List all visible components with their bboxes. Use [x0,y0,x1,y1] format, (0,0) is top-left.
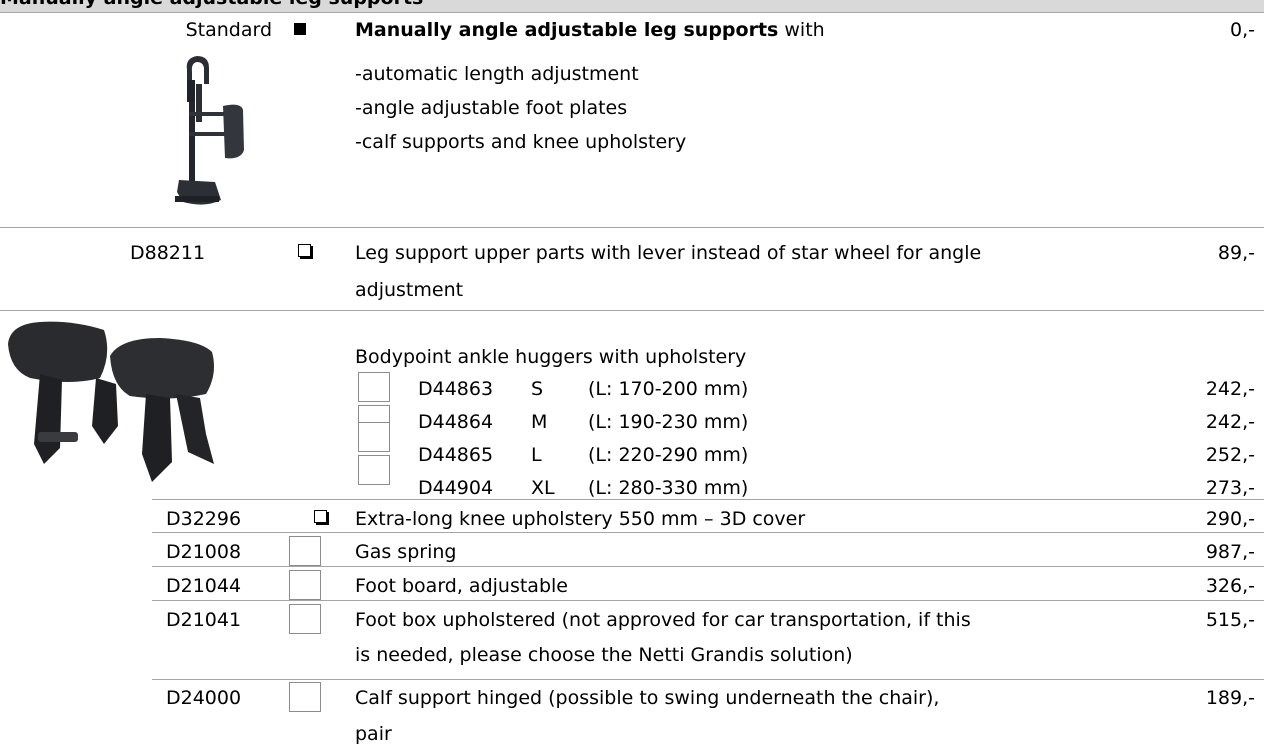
row-divider [152,679,1264,680]
d24000-desc-line2: pair [355,723,392,745]
checkbox-d24000[interactable] [289,682,321,712]
row-code-d21008: D21008 [166,541,242,563]
standard-feature-2: -angle adjustable foot plates [355,97,628,119]
standard-feature-3: -calf supports and knee upholstery [355,131,687,153]
row-divider [0,310,1264,311]
huggers-code: D44864 [418,411,494,433]
huggers-code: D44904 [418,477,494,499]
d21041-desc-line1: Foot box upholstered (not approved for c… [355,609,971,631]
price-d21008: 987,- [1205,541,1255,563]
huggers-range: (L: 170-200 mm) [588,378,749,400]
huggers-size: L [531,444,542,466]
row-divider [152,532,1264,533]
row-code-d24000: D24000 [166,687,242,709]
huggers-price: 242,- [1205,378,1255,400]
price-d21041: 515,- [1205,609,1255,631]
d88211-desc-line2: adjustment [355,279,464,301]
huggers-code: D44863 [418,378,494,400]
row-code-d88211: D88211 [130,242,206,264]
huggers-code: D44865 [418,444,494,466]
huggers-size: S [531,378,544,400]
row-code-d21044: D21044 [166,575,242,597]
huggers-size: M [531,411,548,433]
row-code-d21041: D21041 [166,609,242,631]
checkbox-d44865[interactable] [358,422,390,452]
huggers-range: (L: 280-330 mm) [588,477,749,499]
row-code-standard: Standard [185,19,272,41]
huggers-size: XL [531,477,555,499]
checkbox-d21044[interactable] [289,570,321,600]
checkbox-d21008[interactable] [289,536,321,566]
price-d32296: 290,- [1205,508,1255,530]
checkbox-shadow-icon [314,510,327,523]
checkbox-d44863[interactable] [358,372,390,402]
standard-feature-1: -automatic length adjustment [355,63,639,85]
price-d21044: 326,- [1205,575,1255,597]
checkbox-d44904[interactable] [358,455,390,485]
price-d24000: 189,- [1205,687,1255,709]
huggers-range: (L: 190-230 mm) [588,411,749,433]
section-title: Manually angle adjustable leg supports [0,0,423,10]
d24000-desc-line1: Calf support hinged (possible to swing u… [355,687,940,709]
filled-square-icon [294,23,306,35]
standard-title-rest: with [778,19,825,41]
huggers-price: 273,- [1205,477,1255,499]
ankle-huggers-image [8,321,214,482]
huggers-price: 252,- [1205,444,1255,466]
row-divider [152,499,1264,500]
row-code-d32296: D32296 [166,508,242,530]
huggers-price: 242,- [1205,411,1255,433]
leg-support-image [175,56,244,205]
checkbox-d21041[interactable] [289,604,321,634]
d88211-desc-line1: Leg support upper parts with lever inste… [355,242,982,264]
standard-title-bold: Manually angle adjustable leg supports [355,19,779,41]
d32296-desc: Extra-long knee upholstery 550 mm – 3D c… [355,508,806,530]
huggers-range: (L: 220-290 mm) [588,444,749,466]
price-d88211: 89,- [1217,242,1255,264]
checkbox-shadow-icon [298,244,311,257]
section-header: Manually angle adjustable leg supports [0,0,1264,13]
standard-title: Manually angle adjustable leg supports w… [355,18,825,42]
row-divider [0,227,1264,228]
huggers-title: Bodypoint ankle huggers with upholstery [355,346,747,368]
d21008-desc: Gas spring [355,541,457,563]
row-divider [152,566,1264,567]
row-divider [152,600,1264,601]
d21044-desc: Foot board, adjustable [355,575,568,597]
d21041-desc-line2: is needed, please choose the Netti Grand… [355,644,853,666]
price-standard: 0,- [1230,19,1255,41]
